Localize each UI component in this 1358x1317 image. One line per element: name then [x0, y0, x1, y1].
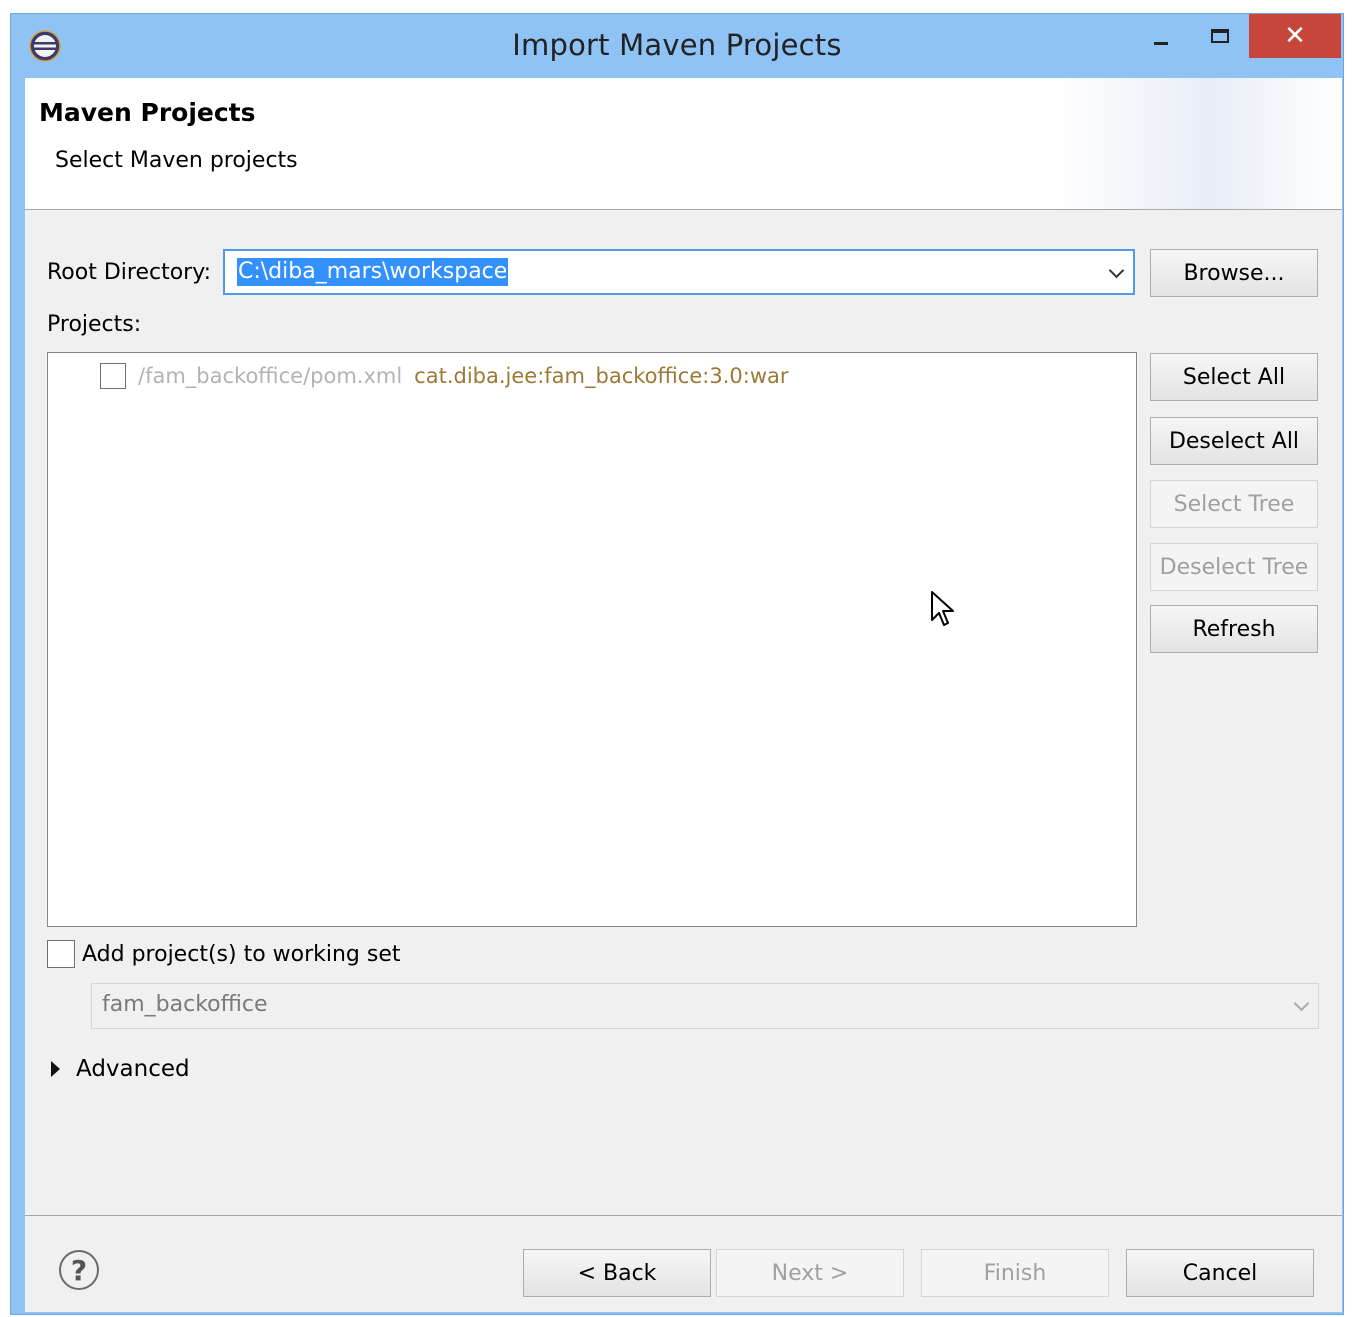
back-button[interactable]: < Back — [523, 1249, 711, 1297]
browse-button[interactable]: Browse... — [1150, 249, 1318, 297]
cancel-button[interactable]: Cancel — [1126, 1249, 1314, 1297]
chevron-down-icon[interactable] — [1111, 265, 1123, 277]
projects-tree[interactable]: /fam_backoffice/pom.xml cat.diba.jee:fam… — [47, 352, 1137, 927]
root-directory-combo[interactable]: C:\diba_mars\workspace — [223, 249, 1135, 295]
chevron-down-icon[interactable] — [1296, 998, 1308, 1010]
dialog-client-area: Maven Projects Select Maven projects Roo… — [25, 78, 1342, 1312]
select-tree-button[interactable]: Select Tree — [1150, 480, 1318, 528]
working-set-label[interactable]: Add project(s) to working set — [82, 942, 401, 967]
working-set-checkbox[interactable] — [47, 940, 75, 968]
projects-label: Projects: — [47, 312, 142, 337]
project-coordinates: cat.diba.jee:fam_backoffice:3.0:war — [414, 364, 789, 388]
close-icon: ✕ — [1284, 21, 1306, 51]
project-checkbox[interactable] — [100, 363, 126, 389]
deselect-all-button[interactable]: Deselect All — [1150, 417, 1318, 465]
working-set-row[interactable]: Add project(s) to working set — [47, 940, 401, 968]
deselect-tree-button[interactable]: Deselect Tree — [1150, 543, 1318, 591]
refresh-button[interactable]: Refresh — [1150, 605, 1318, 653]
root-directory-label: Root Directory: — [47, 260, 212, 285]
maximize-icon — [1211, 29, 1229, 43]
list-item[interactable]: /fam_backoffice/pom.xml cat.diba.jee:fam… — [100, 361, 789, 391]
minimize-icon — [1154, 41, 1168, 45]
dialog-window: Import Maven Projects ✕ Maven Projects S… — [10, 13, 1344, 1315]
title-bar[interactable]: Import Maven Projects ✕ — [11, 14, 1343, 78]
finish-button[interactable]: Finish — [921, 1249, 1109, 1297]
wizard-header: Maven Projects Select Maven projects — [25, 78, 1342, 210]
mouse-pointer-icon — [931, 591, 954, 626]
working-set-value: fam_backoffice — [102, 992, 268, 1017]
expand-triangle-icon[interactable] — [51, 1061, 60, 1077]
help-icon[interactable]: ? — [59, 1250, 99, 1290]
project-pom-path: /fam_backoffice/pom.xml — [138, 364, 403, 388]
page-subtitle: Select Maven projects — [55, 148, 298, 173]
advanced-expander[interactable]: Advanced — [51, 1056, 190, 1082]
root-directory-value[interactable]: C:\diba_mars\workspace — [237, 258, 509, 286]
next-button[interactable]: Next > — [716, 1249, 904, 1297]
maximize-button[interactable] — [1195, 14, 1245, 58]
footer-divider — [25, 1215, 1342, 1216]
advanced-label[interactable]: Advanced — [76, 1056, 190, 1082]
select-all-button[interactable]: Select All — [1150, 353, 1318, 401]
close-button[interactable]: ✕ — [1249, 14, 1341, 58]
working-set-combo[interactable]: fam_backoffice — [91, 983, 1319, 1029]
page-title: Maven Projects — [39, 98, 256, 127]
minimize-button[interactable] — [1144, 14, 1178, 58]
